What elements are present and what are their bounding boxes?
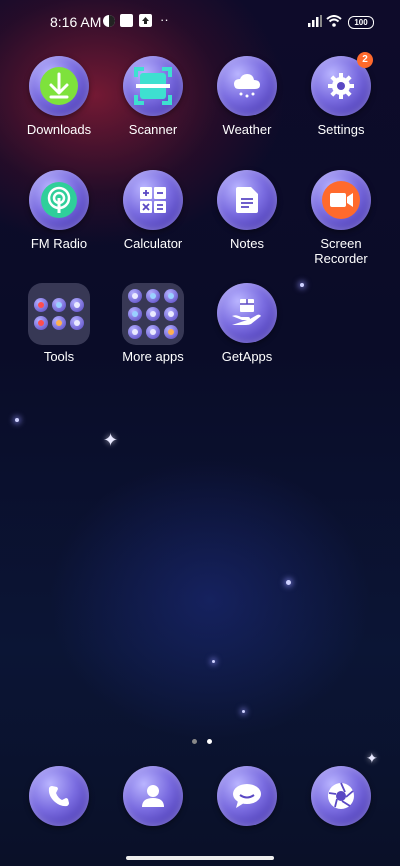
app-notes[interactable]: Notes xyxy=(200,170,294,251)
page-dot[interactable] xyxy=(192,739,197,744)
vpn-icon xyxy=(102,14,116,33)
notification-square-icon xyxy=(120,14,133,32)
app-label: More apps xyxy=(122,349,184,364)
app-scanner[interactable]: Scanner xyxy=(106,56,200,137)
folder-more-apps[interactable]: More apps xyxy=(106,283,200,364)
app-fm-radio[interactable]: FM Radio xyxy=(12,170,106,251)
app-label: Tools xyxy=(43,349,75,364)
app-calculator[interactable]: Calculator xyxy=(106,170,200,251)
star xyxy=(300,283,304,287)
app-mini-icon xyxy=(164,325,178,339)
dock-contacts[interactable] xyxy=(106,766,200,826)
notes-icon xyxy=(217,170,277,230)
star xyxy=(212,660,215,663)
home-indicator[interactable] xyxy=(126,856,274,860)
notification-badge: 2 xyxy=(357,52,373,68)
app-mini-icon xyxy=(70,298,84,312)
app-mini-icon xyxy=(52,316,66,330)
star: ✦ xyxy=(366,750,378,766)
star: ✦ xyxy=(103,430,119,450)
app-mini-icon xyxy=(146,325,160,339)
app-label: Downloads xyxy=(26,122,92,137)
dock-phone[interactable] xyxy=(12,766,106,826)
page-dot-active[interactable] xyxy=(207,739,213,744)
app-mini-icon xyxy=(146,307,160,321)
camera-icon xyxy=(311,766,371,826)
app-mini-icon xyxy=(164,289,178,303)
screen-recorder-icon xyxy=(311,170,371,230)
app-settings[interactable]: 2 Settings xyxy=(294,52,388,137)
more-dots-icon: ·· xyxy=(160,12,169,27)
star xyxy=(242,710,245,713)
upload-icon xyxy=(139,14,152,32)
scanner-icon xyxy=(123,56,183,116)
app-label: Calculator xyxy=(123,236,183,251)
app-mini-icon xyxy=(34,316,48,330)
star xyxy=(15,418,19,422)
radio-icon xyxy=(29,170,89,230)
app-label: Scanner xyxy=(128,122,178,137)
app-label: Notes xyxy=(230,236,264,251)
calculator-icon xyxy=(123,170,183,230)
weather-icon xyxy=(217,56,277,116)
app-mini-icon xyxy=(128,307,142,321)
app-label: Weather xyxy=(222,122,272,137)
page-indicator[interactable] xyxy=(189,731,215,749)
messages-icon xyxy=(217,766,277,826)
folder-icon xyxy=(28,283,90,345)
star xyxy=(286,580,291,585)
app-label: FM Radio xyxy=(30,236,88,251)
battery-indicator: 100 xyxy=(348,16,374,29)
wifi-icon xyxy=(326,14,342,32)
app-mini-icon xyxy=(128,325,142,339)
contacts-icon xyxy=(123,766,183,826)
gear-icon: 2 xyxy=(311,52,373,116)
getapps-icon xyxy=(217,283,277,343)
app-label: Screen Recorder xyxy=(314,236,368,266)
app-mini-icon xyxy=(128,289,142,303)
app-screen-recorder[interactable]: Screen Recorder xyxy=(294,170,388,266)
status-bar: 8:16 AM ·· 100 xyxy=(0,0,400,44)
app-getapps[interactable]: GetApps xyxy=(200,283,294,364)
app-mini-icon xyxy=(34,298,48,312)
app-downloads[interactable]: Downloads xyxy=(12,56,106,137)
app-mini-icon xyxy=(52,298,66,312)
app-label: GetApps xyxy=(221,349,273,364)
status-time: 8:16 AM xyxy=(50,14,102,30)
app-mini-icon xyxy=(164,307,178,321)
dock-camera[interactable] xyxy=(294,766,388,826)
phone-icon xyxy=(29,766,89,826)
signal-icon xyxy=(308,14,322,32)
folder-icon xyxy=(122,283,184,345)
app-mini-icon xyxy=(146,289,160,303)
dock-messages[interactable] xyxy=(200,766,294,826)
folder-tools[interactable]: Tools xyxy=(12,283,106,364)
app-mini-icon xyxy=(70,316,84,330)
app-weather[interactable]: Weather xyxy=(200,56,294,137)
app-label: Settings xyxy=(317,122,365,137)
download-icon xyxy=(29,56,89,116)
